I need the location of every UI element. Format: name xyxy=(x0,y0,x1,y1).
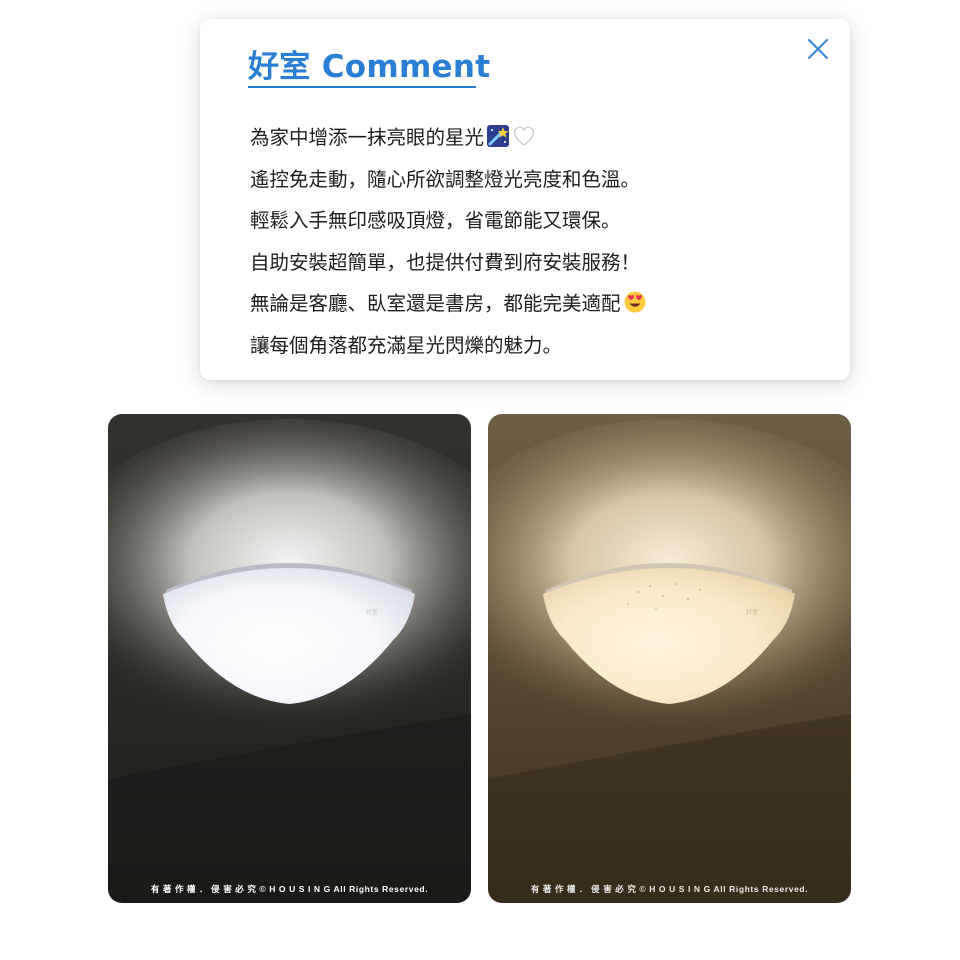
close-icon xyxy=(807,38,829,60)
close-button[interactable] xyxy=(806,37,830,61)
comment-line: 讓每個角落都充滿星光閃爍的魅力。 xyxy=(250,323,647,365)
comment-line: 無論是客廳、臥室還是書房，都能完美適配 xyxy=(250,281,647,323)
comment-line: 為家中增添一抹亮眼的星光 xyxy=(250,115,647,157)
comment-line-text: 讓每個角落都充滿星光閃爍的魅力。 xyxy=(250,333,563,357)
heart-eyes-emoji xyxy=(624,291,646,313)
comment-line-text: 無論是客廳、臥室還是書房，都能完美適配 xyxy=(250,292,621,316)
ceiling-light-image: 好室 xyxy=(108,414,471,903)
svg-text:好室: 好室 xyxy=(366,608,378,616)
comment-line-text: 為家中增添一抹亮眼的星光 xyxy=(250,126,485,150)
comment-card: 好室 Comment 為家中增添一抹亮眼的星光 遙控免走動，隨心所欲調整燈光亮度… xyxy=(200,19,850,380)
comment-line: 自助安裝超簡單，也提供付費到府安裝服務！ xyxy=(250,240,647,282)
ceiling-light-image: 好室 xyxy=(488,414,851,903)
comment-line: 輕鬆入手無印感吸頂燈，省電節能又環保。 xyxy=(250,198,647,240)
photo-cool-white-light: 好室 有 著 作 權 ． 侵 害 必 究 © H O U S I N G All… xyxy=(108,414,471,903)
copyright-text: 有 著 作 權 ． 侵 害 必 究 © H O U S I N G All Ri… xyxy=(150,884,429,894)
svg-text:好室: 好室 xyxy=(746,608,758,616)
comment-text: 為家中增添一抹亮眼的星光 遙控免走動，隨心所欲調整燈光亮度和色溫。 輕鬆入手無印… xyxy=(250,115,647,364)
copyright-text: 有 著 作 權 ． 侵 害 必 究 © H O U S I N G All Ri… xyxy=(530,884,809,894)
comment-line: 遙控免走動，隨心所欲調整燈光亮度和色溫。 xyxy=(250,157,647,199)
comment-line-text: 自助安裝超簡單，也提供付費到府安裝服務！ xyxy=(250,250,641,274)
card-title: 好室 Comment xyxy=(248,49,491,85)
white-heart-emoji xyxy=(513,126,535,146)
comment-line-text: 輕鬆入手無印感吸頂燈，省電節能又環保。 xyxy=(250,209,621,233)
title-underline xyxy=(248,86,476,88)
photo-warm-light: 好室 有 著 作 權 ． 侵 害 必 究 © H O U S I N G All… xyxy=(488,414,851,903)
comment-line-text: 遙控免走動，隨心所欲調整燈光亮度和色溫。 xyxy=(250,167,641,191)
shooting-star-emoji xyxy=(487,124,510,147)
